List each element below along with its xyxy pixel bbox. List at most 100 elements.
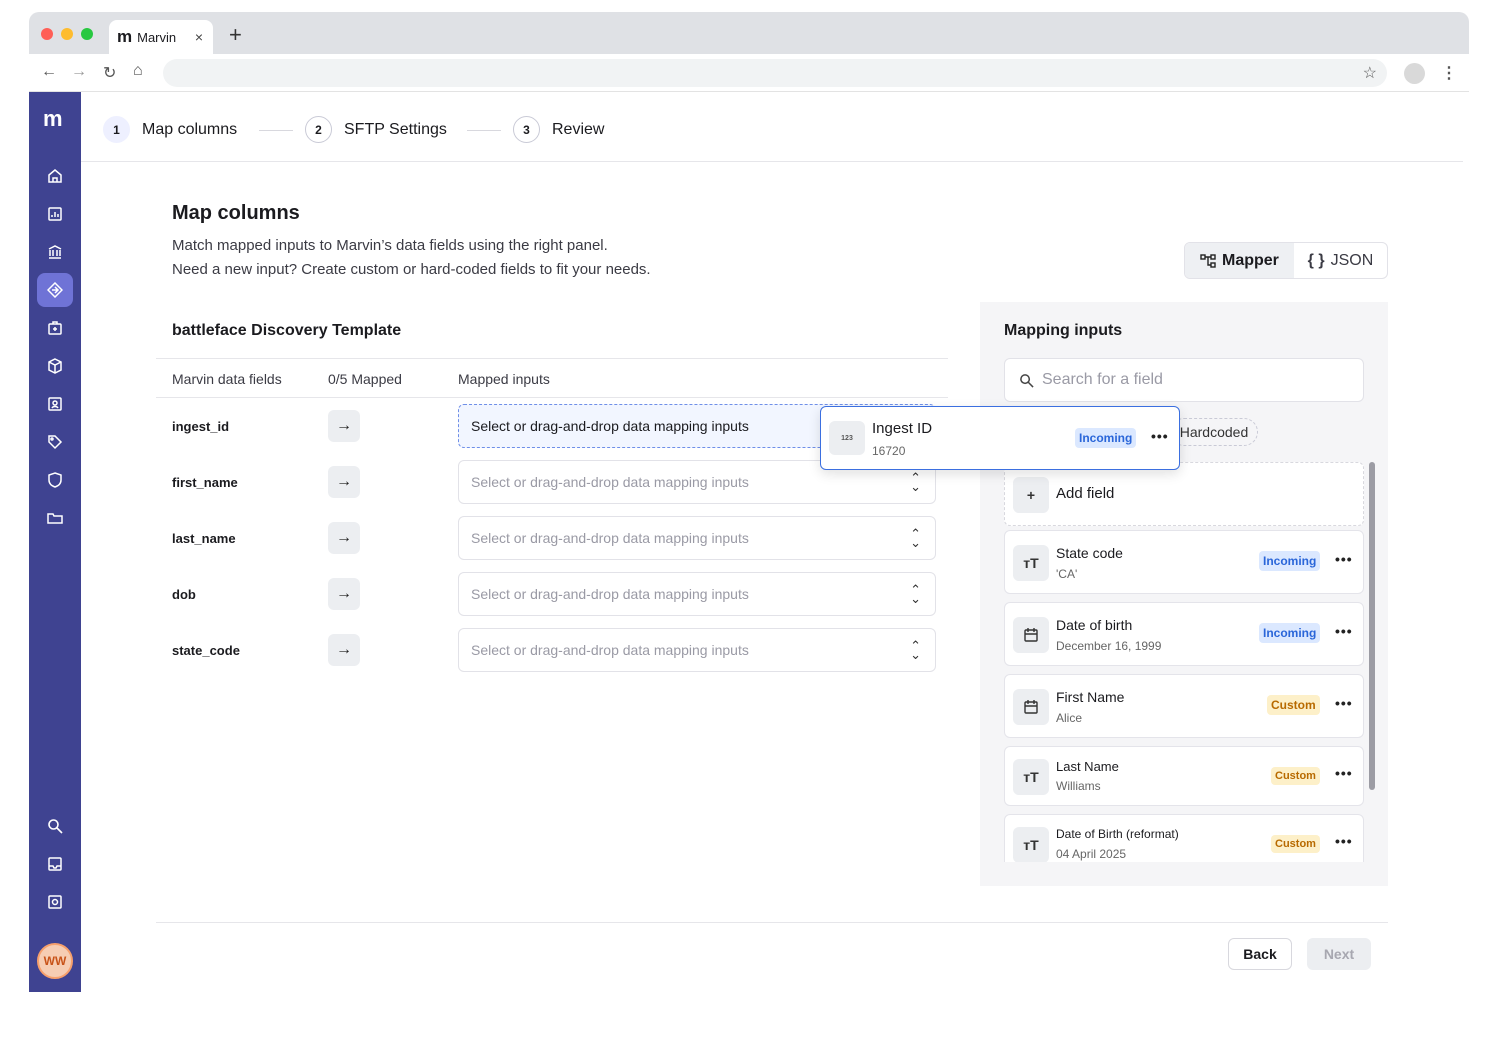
search-icon <box>1020 373 1034 388</box>
user-avatar[interactable]: WW <box>37 943 73 979</box>
more-options-icon[interactable]: ••• <box>1335 623 1353 639</box>
field-name: first_name <box>172 475 238 490</box>
filter-chip-hardcoded[interactable]: Hardcoded <box>1170 418 1258 446</box>
step-number: 1 <box>103 116 130 143</box>
step-review[interactable]: 3 Review <box>513 116 604 143</box>
step-sftp-settings[interactable]: 2 SFTP Settings <box>305 116 447 143</box>
mapper-toggle-button[interactable]: Mapper <box>1185 243 1294 278</box>
settings-icon[interactable] <box>47 894 63 910</box>
back-arrow-icon[interactable]: ← <box>41 63 57 81</box>
step-divider <box>259 130 293 131</box>
field-search-input[interactable]: Search for a field <box>1004 358 1364 402</box>
table-header: Marvin data fields 0/5 Mapped Mapped inp… <box>156 358 948 398</box>
marvin-logo[interactable]: m <box>43 106 63 132</box>
field-name: dob <box>172 587 196 602</box>
add-field-card[interactable]: + Add field <box>1004 462 1364 526</box>
input-value: 'CA' <box>1056 567 1078 581</box>
medical-kit-icon[interactable] <box>47 320 63 336</box>
bookmark-star-icon[interactable]: ☆ <box>1363 63 1377 83</box>
col-header-fields: Marvin data fields <box>172 371 282 387</box>
table-row: last_name → Select or drag-and-drop data… <box>156 510 948 566</box>
drag-card-value: 16720 <box>872 444 906 458</box>
map-arrow-button[interactable]: → <box>328 578 360 610</box>
input-card[interactable]: Date of birth December 16, 1999 Incoming… <box>1004 602 1364 666</box>
step-label: Review <box>552 120 605 138</box>
calendar-icon <box>1013 617 1049 653</box>
more-options-icon[interactable]: ••• <box>1335 695 1353 711</box>
panel-scrollbar[interactable] <box>1369 462 1375 790</box>
subtitle-line-1: Match mapped inputs to Marvin’s data fie… <box>172 237 608 254</box>
map-arrow-button[interactable]: → <box>328 466 360 498</box>
folder-icon[interactable] <box>47 510 63 526</box>
input-card[interactable]: ᴛT Date of Birth (reformat) 04 April 202… <box>1004 814 1364 862</box>
chevron-updown-icon: ⌃ ⌄ <box>910 638 921 662</box>
page-subtitle: Match mapped inputs to Marvin’s data fie… <box>172 234 651 282</box>
input-card[interactable]: First Name Alice Custom ••• <box>1004 674 1364 738</box>
tag-icon[interactable] <box>47 434 63 450</box>
input-title: State code <box>1056 545 1123 561</box>
new-tab-icon[interactable]: + <box>229 22 242 48</box>
select-placeholder: Select or drag-and-drop data mapping inp… <box>471 586 749 602</box>
back-button[interactable]: Back <box>1228 938 1292 970</box>
minimize-window-dot[interactable] <box>61 28 73 40</box>
dragged-input-card[interactable]: 123 Ingest ID 16720 Incoming ••• <box>820 406 1180 470</box>
browser-toolbar: ← → ↻ ⌂ ☆ ⋮ <box>29 54 1469 92</box>
col-header-inputs: Mapped inputs <box>458 371 550 387</box>
input-title: Last Name <box>1056 759 1119 774</box>
maximize-window-dot[interactable] <box>81 28 93 40</box>
close-window-dot[interactable] <box>41 28 53 40</box>
inbox-icon[interactable] <box>47 856 63 872</box>
search-icon[interactable] <box>47 818 63 834</box>
more-options-icon[interactable]: ••• <box>1151 428 1169 444</box>
chevron-updown-icon: ⌃ ⌄ <box>910 470 921 494</box>
mapping-select[interactable]: Select or drag-and-drop data mapping inp… <box>458 516 936 560</box>
json-toggle-button[interactable]: { } JSON <box>1294 243 1387 278</box>
custom-badge: Custom <box>1271 767 1320 785</box>
view-toggle: Mapper { } JSON <box>1184 242 1388 279</box>
close-tab-icon[interactable]: × <box>195 29 203 45</box>
map-arrow-button[interactable]: → <box>328 522 360 554</box>
col-header-mapped: 0/5 Mapped <box>328 371 402 387</box>
step-map-columns[interactable]: 1 Map columns <box>103 116 237 143</box>
select-placeholder: Select or drag-and-drop data mapping inp… <box>471 530 749 546</box>
package-icon[interactable] <box>47 358 63 374</box>
input-title: First Name <box>1056 689 1125 705</box>
braces-icon: { } <box>1307 251 1325 269</box>
incoming-badge: Incoming <box>1259 551 1321 571</box>
browser-tab[interactable]: m Marvin × <box>109 20 213 54</box>
chevron-updown-icon: ⌃ ⌄ <box>910 582 921 606</box>
shield-icon[interactable] <box>47 472 63 488</box>
next-button[interactable]: Next <box>1307 938 1371 970</box>
input-value: Williams <box>1056 779 1101 793</box>
search-placeholder: Search for a field <box>1042 371 1163 388</box>
more-options-icon[interactable]: ••• <box>1335 551 1353 567</box>
contact-card-icon[interactable] <box>47 396 63 412</box>
home-icon[interactable] <box>47 168 63 184</box>
browser-menu-icon[interactable]: ⋮ <box>1441 63 1457 83</box>
profile-avatar[interactable] <box>1404 63 1425 84</box>
map-arrow-button[interactable]: → <box>328 410 360 442</box>
input-card-list: + Add field ᴛT State code 'CA' Incoming … <box>1004 462 1364 862</box>
mapping-select[interactable]: Select or drag-and-drop data mapping inp… <box>458 628 936 672</box>
panel-title: Mapping inputs <box>1004 322 1123 339</box>
input-card[interactable]: ᴛT State code 'CA' Incoming ••• <box>1004 530 1364 594</box>
map-arrow-button[interactable]: → <box>328 634 360 666</box>
mapping-select[interactable]: Select or drag-and-drop data mapping inp… <box>458 572 936 616</box>
more-options-icon[interactable]: ••• <box>1335 765 1353 781</box>
input-value: Alice <box>1056 711 1083 725</box>
home-icon[interactable]: ⌂ <box>133 62 143 80</box>
dashboard-icon[interactable] <box>47 206 63 222</box>
tab-title: Marvin <box>137 29 177 45</box>
input-card[interactable]: ᴛT Last Name Williams Custom ••• <box>1004 746 1364 806</box>
bank-icon[interactable] <box>47 244 63 260</box>
subtitle-line-2: Need a new input? Create custom or hard-… <box>172 261 651 278</box>
field-name: state_code <box>172 643 240 658</box>
address-bar[interactable]: ☆ <box>163 59 1387 87</box>
step-number: 2 <box>305 116 332 143</box>
mapping-icon[interactable] <box>46 281 64 299</box>
more-options-icon[interactable]: ••• <box>1335 833 1353 849</box>
step-number: 3 <box>513 116 540 143</box>
forward-arrow-icon[interactable]: → <box>71 63 87 81</box>
reload-icon[interactable]: ↻ <box>103 63 116 83</box>
mapper-icon <box>1200 253 1216 268</box>
